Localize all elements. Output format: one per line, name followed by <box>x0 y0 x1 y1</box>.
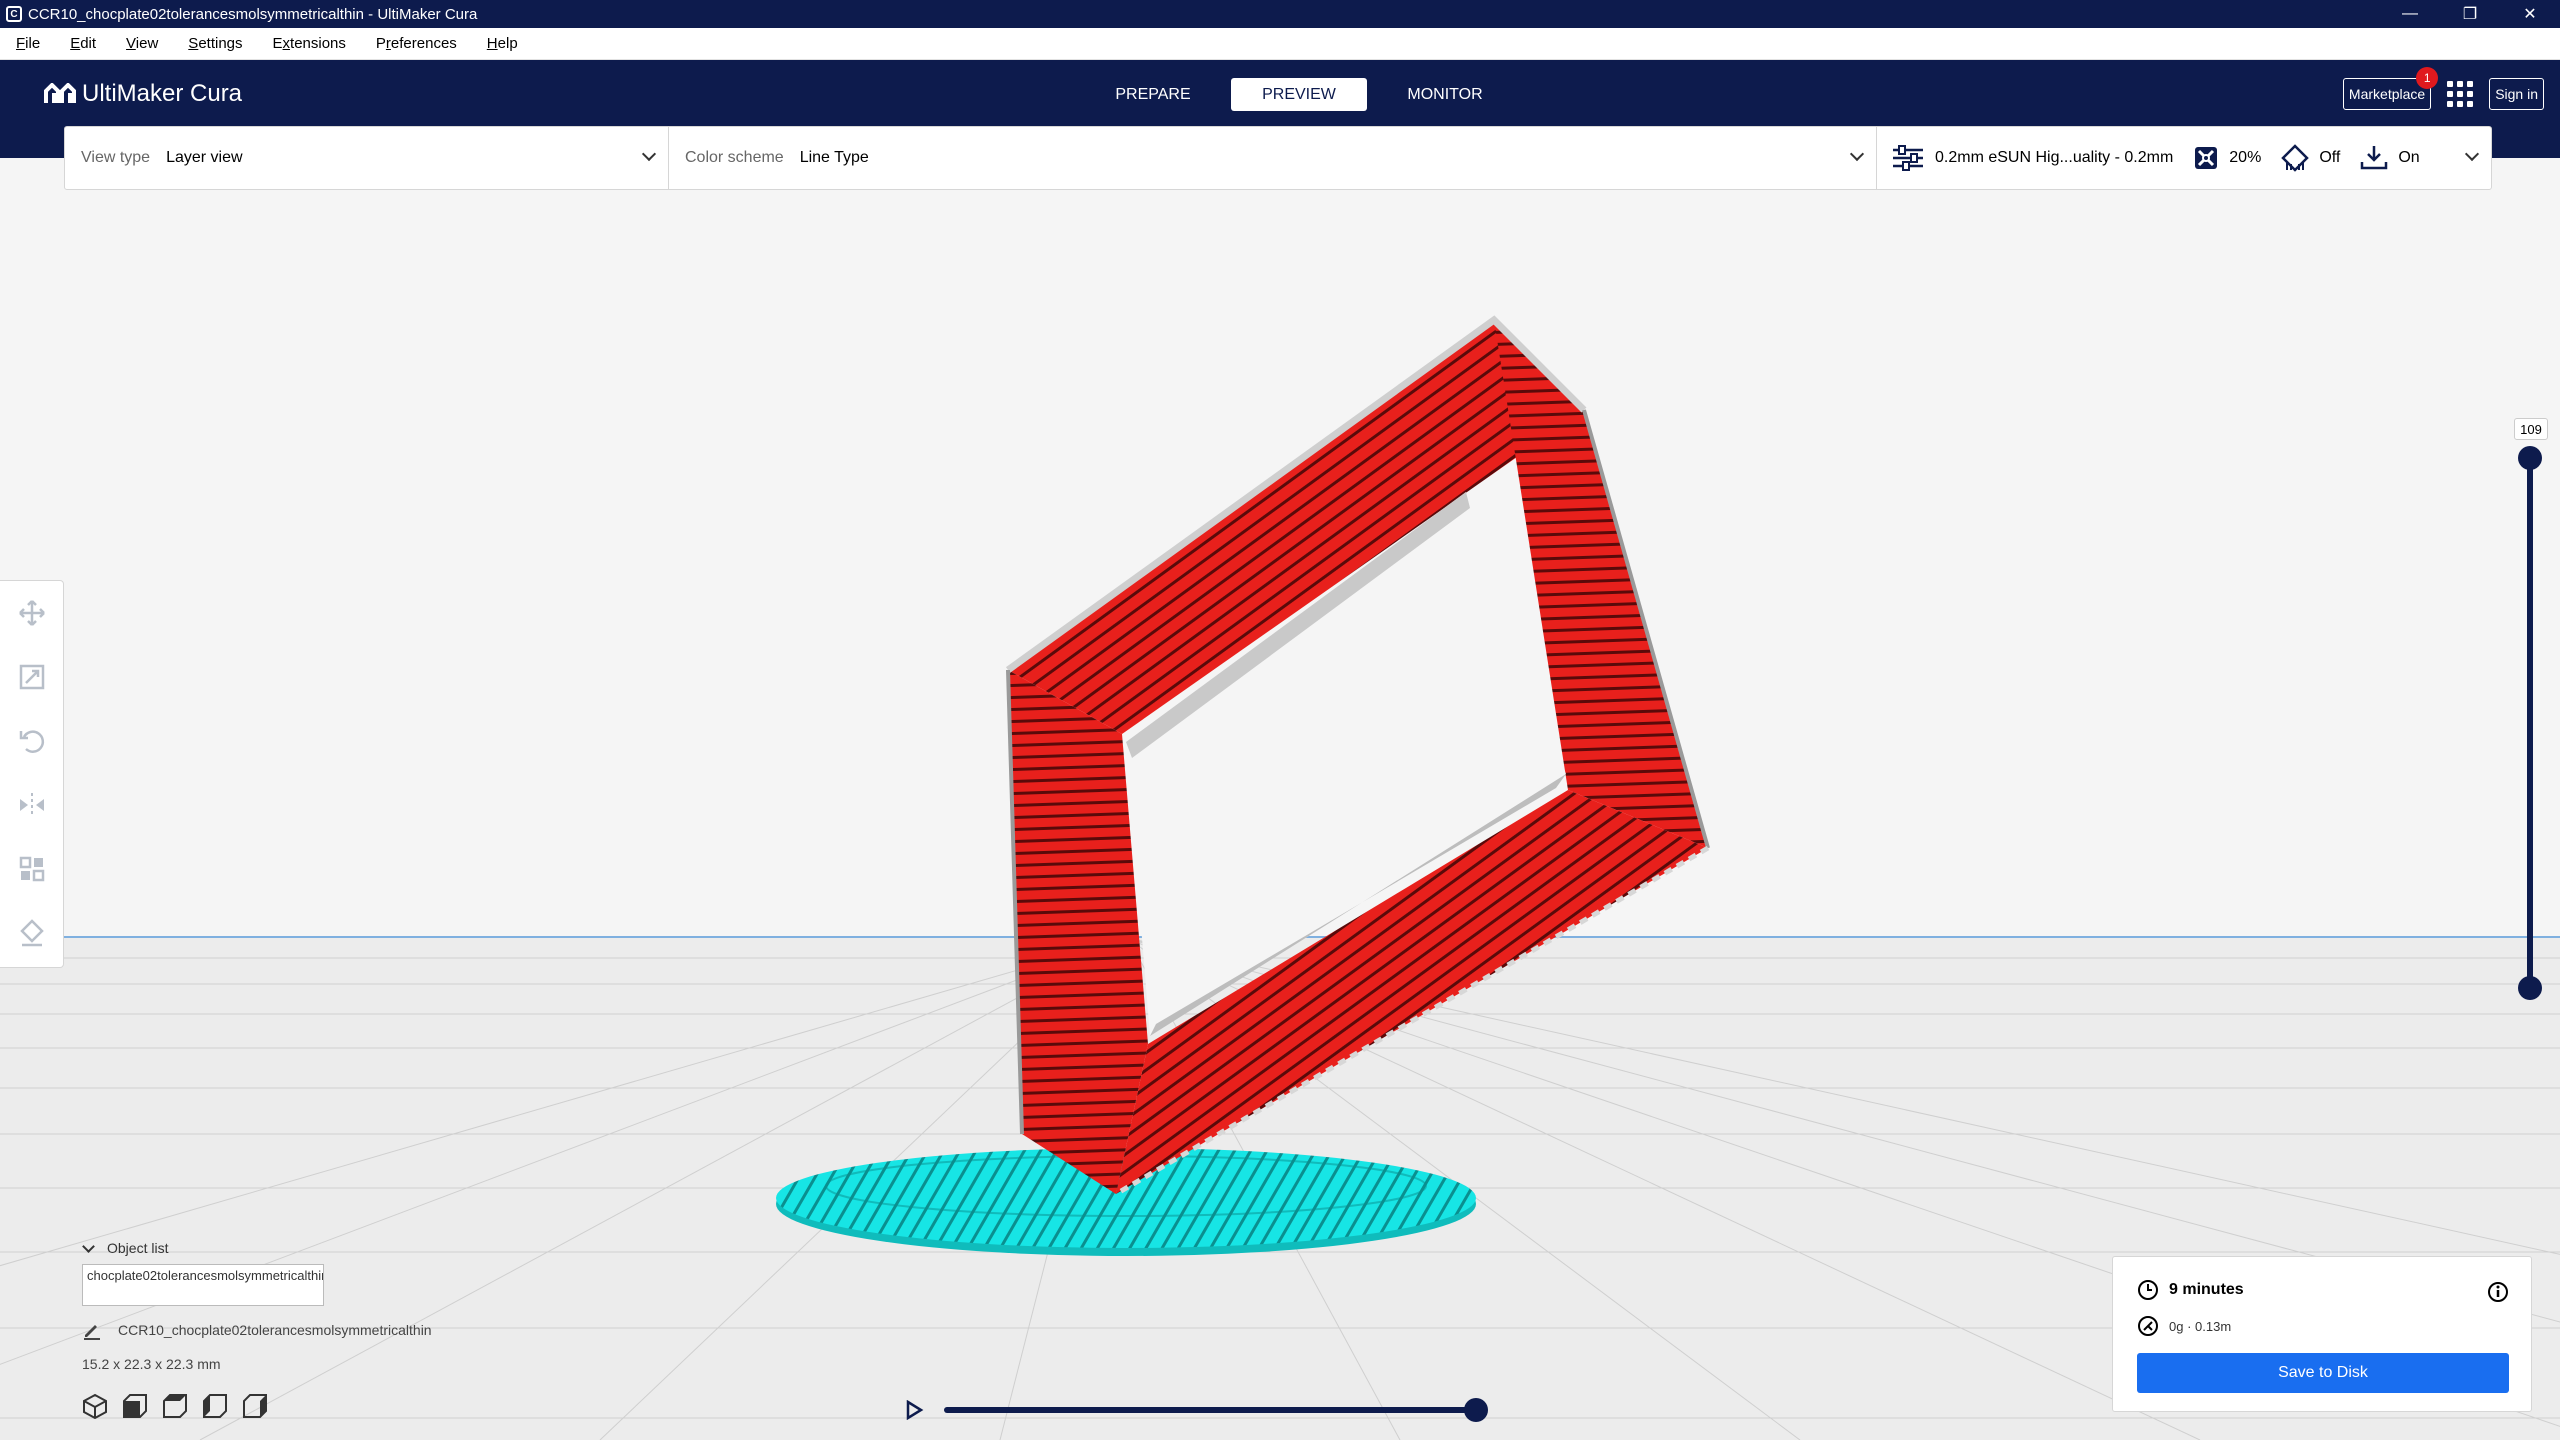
play-icon <box>906 1399 924 1421</box>
minimize-button[interactable]: — <box>2380 0 2440 28</box>
print-time: 9 minutes <box>2137 1279 2244 1301</box>
build-plate-scene <box>0 158 2560 1440</box>
tab-preview[interactable]: PREVIEW <box>1231 78 1367 111</box>
rotate-tool-button[interactable] <box>0 709 64 773</box>
close-button[interactable]: ✕ <box>2500 0 2560 28</box>
tab-monitor[interactable]: MONITOR <box>1377 78 1513 111</box>
logo-text: UltiMaker Cura <box>82 80 243 107</box>
print-time-label: 9 minutes <box>2169 1281 2244 1298</box>
print-output-panel: 9 minutes 0g · 0.13m Save to Disk <box>2112 1256 2532 1412</box>
view-type-value: Layer view <box>166 149 243 166</box>
job-name-label: CCR10_chocplate02tolerancesmolsymmetrica… <box>118 1322 432 1338</box>
layer-slider-track[interactable] <box>2518 446 2542 1000</box>
rotate-icon <box>19 730 45 753</box>
material-label: 0g · 0.13m <box>2169 1318 2232 1334</box>
menu-view[interactable]: View <box>110 35 172 52</box>
layer-slider-top-handle[interactable] <box>2518 446 2542 470</box>
spool-icon <box>2138 1316 2158 1336</box>
marketplace-button[interactable]: Marketplace 1 <box>2342 67 2439 110</box>
cube-front-icon <box>123 1394 147 1418</box>
model-dimensions: 15.2 x 22.3 x 22.3 mm <box>82 1356 221 1372</box>
color-scheme-label: Color scheme <box>685 149 784 166</box>
cube-left-icon <box>203 1394 227 1418</box>
cube-top-icon <box>163 1394 187 1418</box>
support-value: Off <box>2319 149 2341 166</box>
menu-edit[interactable]: Edit <box>54 35 110 52</box>
marketplace-label: Marketplace <box>2348 86 2426 102</box>
mirror-icon <box>20 793 44 817</box>
view-front-button[interactable] <box>122 1392 162 1420</box>
layer-slider-bottom-handle[interactable] <box>2518 976 2542 1000</box>
window-title: CCR10_chocplate02tolerancesmolsymmetrica… <box>28 5 478 23</box>
menu-file[interactable]: File <box>0 35 54 52</box>
stage-tabs: PREPARE PREVIEW MONITOR <box>1080 78 1518 111</box>
path-slider-handle[interactable] <box>1464 1398 1488 1422</box>
menu-bar: File Edit View Settings Extensions Prefe… <box>0 28 2560 60</box>
object-list-item[interactable]: chocplate02tolerancesmolsymmetricalthin.… <box>82 1264 324 1306</box>
infill-icon <box>2195 147 2218 169</box>
view-3d-button[interactable] <box>82 1392 122 1420</box>
support-blocker-icon <box>20 919 44 947</box>
menu-preferences[interactable]: Preferences <box>360 35 471 52</box>
chevron-down-icon <box>82 1239 95 1253</box>
print-settings-selector[interactable]: 0.2mm eSUN Hig...uality - 0.2mm 20% Off … <box>1877 127 2491 189</box>
ultimaker-logo-icon <box>44 83 76 103</box>
apps-grid-icon[interactable] <box>2447 81 2474 107</box>
per-model-settings-icon <box>19 856 45 882</box>
job-name[interactable]: CCR10_chocplate02tolerancesmolsymmetrica… <box>82 1320 432 1340</box>
scale-tool-button[interactable] <box>0 645 64 709</box>
menu-settings[interactable]: Settings <box>172 35 256 52</box>
path-slider-track[interactable] <box>944 1398 1488 1422</box>
menu-extensions[interactable]: Extensions <box>257 35 360 52</box>
ultimaker-logo: UltiMaker Cura <box>44 80 242 108</box>
adhesion-value: On <box>2398 149 2420 166</box>
object-list-header: Object list <box>107 1240 169 1256</box>
move-tool-button[interactable] <box>0 581 64 645</box>
current-layer-input[interactable]: 109 <box>2514 418 2548 440</box>
infill-value: 20% <box>2229 149 2262 166</box>
save-to-disk-button[interactable]: Save to Disk <box>2137 1353 2509 1393</box>
chevron-down-icon <box>2464 146 2480 162</box>
camera-view-buttons <box>82 1392 282 1420</box>
material-estimate: 0g · 0.13m <box>2137 1315 2231 1337</box>
info-button[interactable] <box>2487 1281 2509 1308</box>
adhesion-icon <box>2361 146 2388 170</box>
mirror-tool-button[interactable] <box>0 773 64 837</box>
color-scheme-select[interactable]: Color scheme Line Type <box>669 127 1877 189</box>
view-settings-panel: View type Layer view Color scheme Line T… <box>64 126 2492 190</box>
move-icon <box>19 600 45 626</box>
restore-button[interactable]: ❐ <box>2440 0 2500 28</box>
object-list-toggle[interactable]: Object list <box>80 1239 169 1256</box>
view-type-select[interactable]: View type Layer view <box>65 127 669 189</box>
scale-icon <box>19 664 45 690</box>
play-button[interactable] <box>904 1399 924 1425</box>
chevron-down-icon <box>641 146 657 162</box>
3d-viewport[interactable] <box>0 158 2560 1440</box>
profile-label: 0.2mm eSUN Hig...uality - 0.2mm <box>1935 149 2174 166</box>
app-icon: C <box>6 6 22 22</box>
sign-in-button[interactable]: Sign in <box>2489 78 2544 110</box>
cube-3d-icon <box>83 1393 107 1419</box>
support-blocker-button[interactable] <box>0 901 64 965</box>
support-icon <box>2281 144 2310 172</box>
window-titlebar: C CCR10_chocplate02tolerancesmolsymmetri… <box>0 0 2560 28</box>
color-scheme-value: Line Type <box>799 149 869 166</box>
pencil-icon <box>84 1325 100 1340</box>
tool-panel <box>0 580 64 968</box>
view-left-button[interactable] <box>202 1392 242 1420</box>
per-model-settings-button[interactable] <box>0 837 64 901</box>
clock-icon <box>2138 1280 2158 1300</box>
cube-right-icon <box>243 1394 267 1418</box>
menu-help[interactable]: Help <box>471 35 532 52</box>
view-right-button[interactable] <box>242 1392 282 1420</box>
info-icon <box>2488 1282 2508 1302</box>
tab-prepare[interactable]: PREPARE <box>1085 78 1221 111</box>
view-top-button[interactable] <box>162 1392 202 1420</box>
sliders-icon <box>1893 145 1923 171</box>
chevron-down-icon <box>1849 146 1865 162</box>
notification-badge: 1 <box>2416 67 2439 89</box>
simulation-bar <box>904 1394 1488 1426</box>
view-type-label: View type <box>81 149 151 166</box>
